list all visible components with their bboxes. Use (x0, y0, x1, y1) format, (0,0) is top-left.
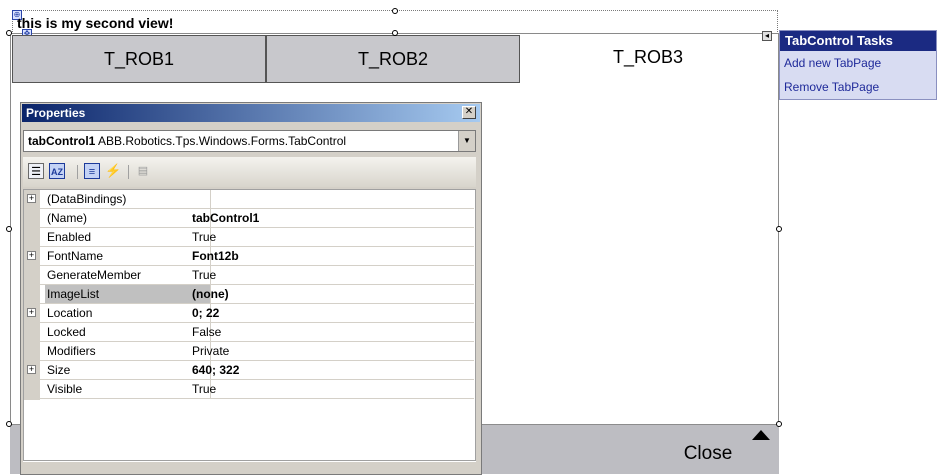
property-name: (DataBindings) (45, 190, 211, 208)
property-name: FontName (45, 247, 211, 265)
properties-title: Properties (22, 104, 480, 122)
expand-icon[interactable]: + (27, 365, 36, 374)
object-type: ABB.Robotics.Tps.Windows.Forms.TabContro… (98, 134, 347, 148)
property-row[interactable]: Modifiers Private (24, 342, 474, 361)
close-button[interactable]: Close (652, 436, 764, 472)
property-row[interactable]: + FontName Font12b (24, 247, 474, 266)
tab-t-rob2[interactable]: T_ROB2 (266, 35, 520, 83)
property-row[interactable]: Visible True (24, 380, 474, 399)
property-name: Location (45, 304, 211, 322)
properties-description-bar (23, 461, 476, 472)
expand-icon[interactable]: + (27, 194, 36, 203)
remove-tabpage-link[interactable]: Remove TabPage (784, 80, 879, 94)
property-value[interactable]: True (192, 228, 216, 246)
events-icon[interactable]: ⚡ (105, 163, 121, 179)
tab-t-rob1[interactable]: T_ROB1 (12, 35, 266, 83)
smart-tag-glyph-icon[interactable]: ◂ (762, 31, 772, 41)
categorized-icon[interactable]: ☰ (28, 163, 44, 179)
property-value[interactable]: Font12b (192, 247, 239, 265)
property-row[interactable]: + (DataBindings) (24, 190, 474, 209)
property-value[interactable]: True (192, 266, 216, 284)
object-selector[interactable]: tabControl1 ABB.Robotics.Tps.Windows.For… (23, 130, 476, 152)
resize-handle[interactable] (392, 30, 398, 36)
property-row[interactable]: Locked False (24, 323, 474, 342)
toolbar-separator (128, 165, 129, 179)
property-value[interactable]: False (192, 323, 221, 341)
property-name: Modifiers (45, 342, 211, 360)
property-pages-icon[interactable]: ▤ (135, 163, 151, 179)
resize-handle[interactable] (776, 226, 782, 232)
property-row[interactable]: (Name) tabControl1 (24, 209, 474, 228)
property-name: ImageList (45, 285, 211, 303)
property-name: GenerateMember (45, 266, 211, 284)
resize-handle[interactable] (776, 421, 782, 427)
property-name: Visible (45, 380, 211, 398)
toolbar-separator (77, 165, 78, 179)
resize-handle[interactable] (6, 226, 12, 232)
tab-t-rob3[interactable]: T_ROB3 (520, 35, 776, 83)
properties-icon[interactable]: ≡ (84, 163, 100, 179)
resize-handle[interactable] (392, 8, 398, 14)
property-value[interactable]: 0; 22 (192, 304, 219, 322)
object-name: tabControl1 (28, 134, 96, 148)
chevron-down-icon[interactable]: ▼ (458, 131, 475, 151)
property-value[interactable]: (none) (192, 285, 229, 303)
property-name: Enabled (45, 228, 211, 246)
property-row[interactable]: ImageList (none) (24, 285, 474, 304)
up-arrow-icon[interactable] (752, 430, 770, 440)
property-row[interactable]: GenerateMember True (24, 266, 474, 285)
view-title: this is my second view! (17, 15, 174, 31)
add-new-tabpage-link[interactable]: Add new TabPage (784, 56, 881, 70)
property-value[interactable]: 640; 322 (192, 361, 239, 379)
property-value[interactable]: Private (192, 342, 229, 360)
tasks-panel-title: TabControl Tasks (780, 31, 936, 51)
property-name: Size (45, 361, 211, 379)
alphabetical-icon[interactable]: AZ (49, 163, 65, 179)
property-row[interactable]: + Location 0; 22 (24, 304, 474, 323)
close-icon[interactable]: ✕ (462, 106, 476, 119)
property-name: (Name) (45, 209, 211, 227)
property-row[interactable]: Enabled True (24, 228, 474, 247)
property-name: Locked (45, 323, 211, 341)
resize-handle[interactable] (6, 421, 12, 427)
expand-icon[interactable]: + (27, 308, 36, 317)
property-row[interactable]: + Size 640; 322 (24, 361, 474, 380)
property-value[interactable]: True (192, 380, 216, 398)
expand-icon[interactable]: + (27, 251, 36, 260)
resize-handle[interactable] (6, 30, 12, 36)
property-value[interactable]: tabControl1 (192, 209, 259, 227)
